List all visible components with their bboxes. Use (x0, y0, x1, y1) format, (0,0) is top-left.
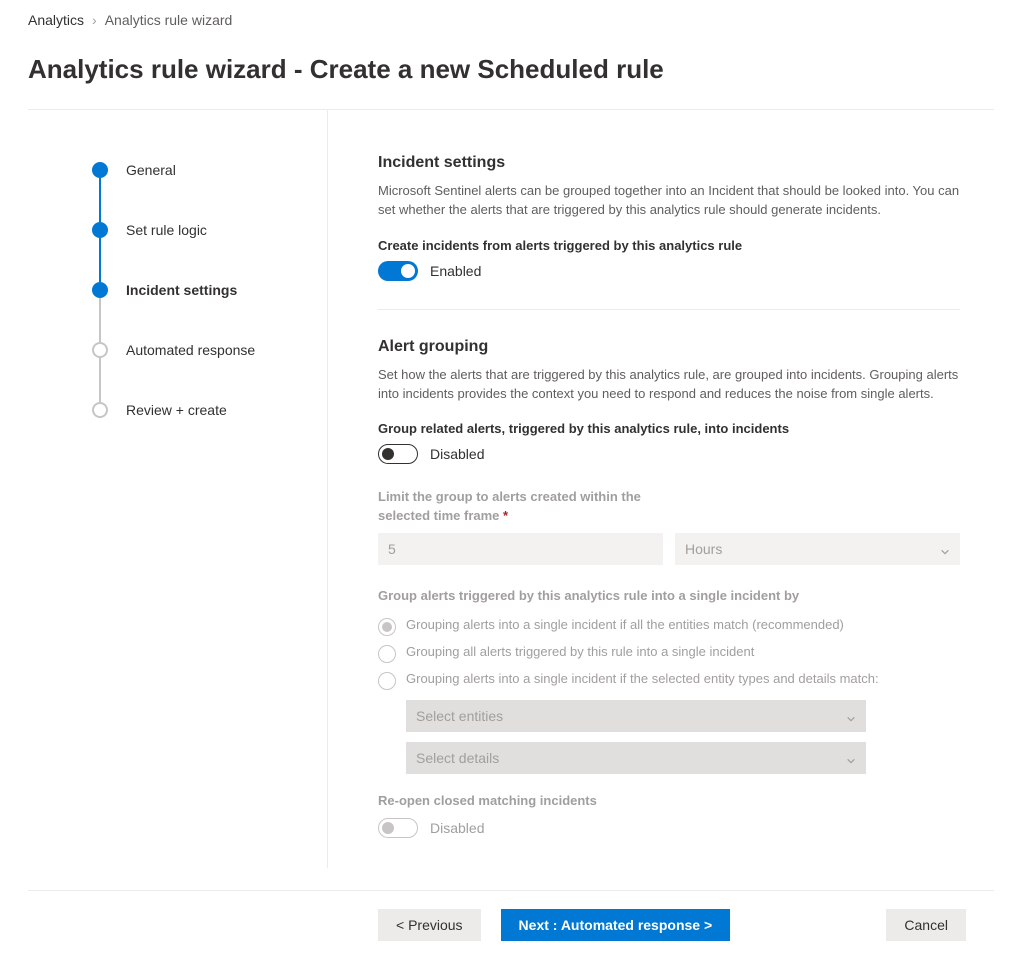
select-entities[interactable]: Select entities (406, 700, 866, 732)
reopen-label: Re-open closed matching incidents (378, 792, 960, 810)
step-dot-icon (92, 342, 108, 358)
chevron-down-icon (846, 711, 856, 721)
create-incidents-toggle[interactable] (378, 261, 418, 281)
create-incidents-toggle-text: Enabled (430, 263, 481, 279)
step-incident-settings[interactable]: Incident settings (92, 278, 327, 302)
wizard-footer: < Previous Next : Automated response > C… (28, 890, 994, 965)
radio-icon (378, 618, 396, 636)
chevron-down-icon (846, 753, 856, 763)
step-dot-icon (92, 222, 108, 238)
step-label: Set rule logic (126, 222, 207, 238)
step-label: Incident settings (126, 282, 237, 298)
create-incidents-label: Create incidents from alerts triggered b… (378, 238, 960, 253)
group-related-label: Group related alerts, triggered by this … (378, 421, 960, 436)
radio-label: Grouping alerts into a single incident i… (406, 671, 879, 686)
step-dot-icon (92, 282, 108, 298)
breadcrumb: Analytics › Analytics rule wizard (28, 12, 994, 28)
breadcrumb-current: Analytics rule wizard (105, 12, 233, 28)
incident-settings-desc: Microsoft Sentinel alerts can be grouped… (378, 182, 960, 220)
reopen-toggle-text: Disabled (430, 820, 484, 836)
radio-label: Grouping alerts into a single incident i… (406, 617, 844, 632)
radio-selected-entities[interactable]: Grouping alerts into a single incident i… (378, 667, 960, 694)
alert-grouping-title: Alert grouping (378, 338, 960, 356)
step-dot-icon (92, 162, 108, 178)
limit-unit-value: Hours (685, 541, 722, 557)
wizard-steps: General Set rule logic Incident settings… (28, 110, 328, 868)
incident-settings-title: Incident settings (378, 154, 960, 172)
alert-grouping-desc: Set how the alerts that are triggered by… (378, 366, 960, 404)
chevron-down-icon (940, 544, 950, 554)
chevron-right-icon: › (92, 12, 97, 28)
next-button[interactable]: Next : Automated response > (501, 909, 731, 941)
limit-value-input[interactable] (378, 533, 663, 565)
reopen-toggle[interactable] (378, 818, 418, 838)
select-details-placeholder: Select details (416, 750, 499, 766)
group-method-label: Group alerts triggered by this analytics… (378, 587, 960, 605)
step-automated-response[interactable]: Automated response (92, 338, 327, 362)
page-title: Analytics rule wizard - Create a new Sch… (28, 54, 994, 85)
radio-all-alerts[interactable]: Grouping all alerts triggered by this ru… (378, 640, 960, 667)
breadcrumb-root[interactable]: Analytics (28, 12, 84, 28)
step-general[interactable]: General (92, 158, 327, 182)
group-related-toggle[interactable] (378, 444, 418, 464)
group-related-toggle-text: Disabled (430, 446, 484, 462)
radio-entities-match[interactable]: Grouping alerts into a single incident i… (378, 613, 960, 640)
step-review-create[interactable]: Review + create (92, 398, 327, 422)
step-dot-icon (92, 402, 108, 418)
previous-button[interactable]: < Previous (378, 909, 481, 941)
step-label: Review + create (126, 402, 227, 418)
select-entities-placeholder: Select entities (416, 708, 503, 724)
limit-timeframe-label: Limit the group to alerts created within… (378, 488, 960, 524)
select-details[interactable]: Select details (406, 742, 866, 774)
step-label: Automated response (126, 342, 255, 358)
limit-unit-select[interactable]: Hours (675, 533, 960, 565)
step-label: General (126, 162, 176, 178)
cancel-button[interactable]: Cancel (886, 909, 966, 941)
main-content: Incident settings Microsoft Sentinel ale… (328, 110, 988, 868)
radio-label: Grouping all alerts triggered by this ru… (406, 644, 754, 659)
step-set-rule-logic[interactable]: Set rule logic (92, 218, 327, 242)
radio-icon (378, 672, 396, 690)
radio-icon (378, 645, 396, 663)
